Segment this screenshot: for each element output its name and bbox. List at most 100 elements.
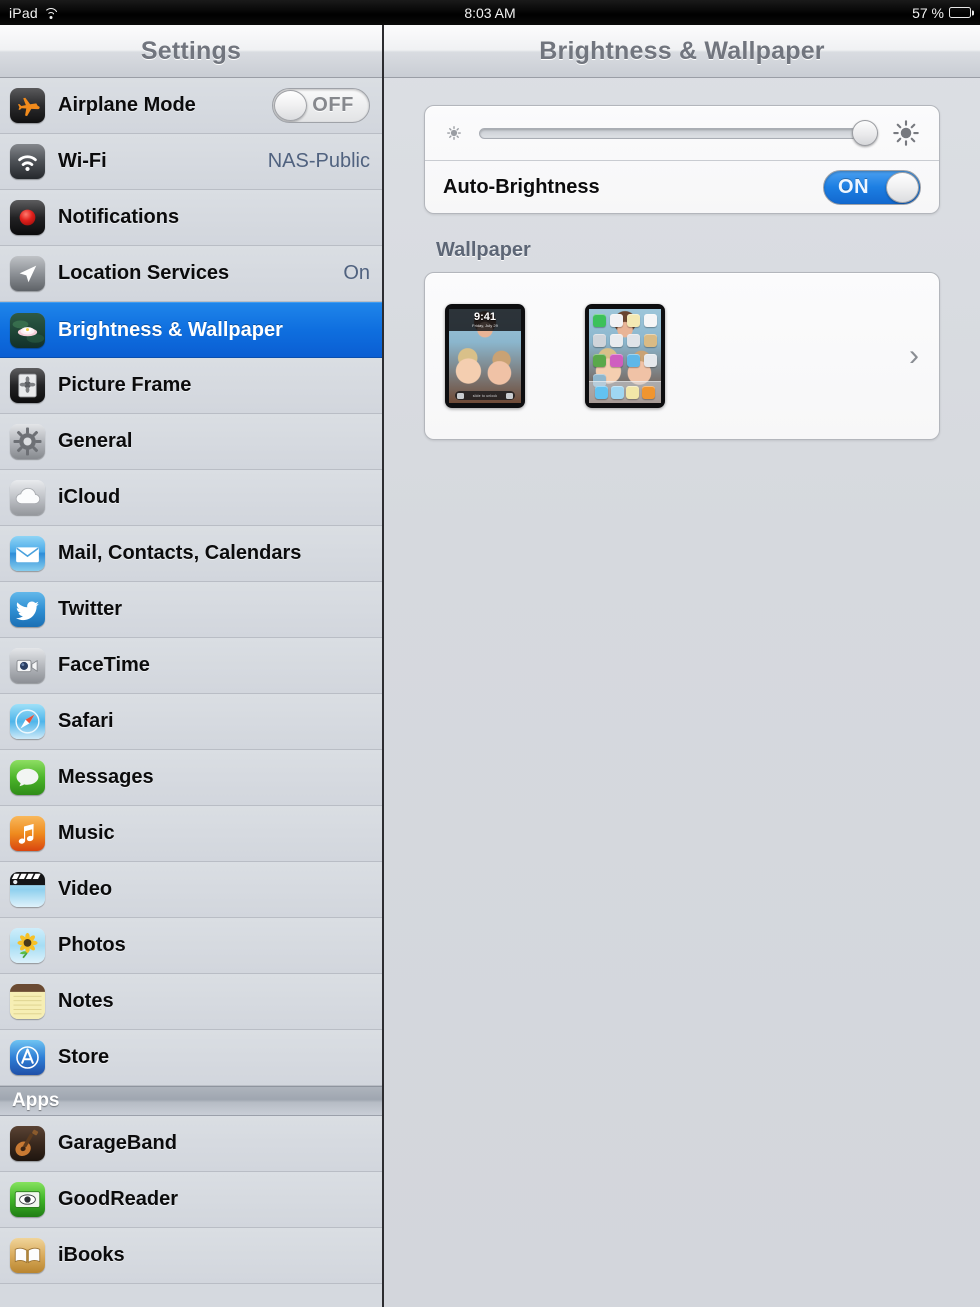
detail-pane: Brightness & Wallpaper Auto-Brightness O… bbox=[384, 25, 980, 1307]
safari-compass-icon bbox=[10, 704, 45, 739]
home-screen-thumbnail[interactable] bbox=[585, 304, 665, 408]
home-screen-preview bbox=[589, 309, 661, 403]
app-store-icon bbox=[10, 1040, 45, 1075]
sidebar-item-label: Notifications bbox=[58, 206, 180, 228]
wallpaper-preview-row[interactable]: 9:41 Friday, July 29 slide to unlock › bbox=[424, 272, 940, 440]
sidebar-item-wi-fi[interactable]: Wi-Fi NAS-Public bbox=[0, 134, 382, 190]
sidebar-item-notes[interactable]: Notes bbox=[0, 974, 382, 1030]
wifi-settings-icon bbox=[10, 144, 45, 179]
status-bar-clock: 8:03 AM bbox=[464, 4, 516, 21]
status-bar-right: 57 % bbox=[912, 5, 971, 21]
sidebar-item-store[interactable]: Store bbox=[0, 1030, 382, 1086]
sidebar-item-label: Store bbox=[58, 1046, 110, 1068]
home-icon-reminders bbox=[644, 314, 657, 327]
sidebar-item-goodreader[interactable]: GoodReader bbox=[0, 1172, 382, 1228]
home-icon-calendar bbox=[644, 354, 657, 367]
sidebar-item-picture-frame[interactable]: Picture Frame bbox=[0, 358, 382, 414]
icloud-icon bbox=[10, 480, 45, 515]
status-bar-left: iPad bbox=[9, 5, 59, 21]
sidebar-item-label: GarageBand bbox=[58, 1132, 177, 1154]
sidebar-item-twitter[interactable]: Twitter bbox=[0, 582, 382, 638]
toggle-knob bbox=[886, 171, 919, 203]
sidebar-item-facetime[interactable]: FaceTime bbox=[0, 638, 382, 694]
location-services-icon bbox=[10, 256, 45, 291]
photos-sunflower-icon bbox=[10, 928, 45, 963]
auto-brightness-toggle[interactable]: ON bbox=[823, 169, 921, 205]
settings-sidebar: Settings Airplane Mode OFF Wi-Fi NAS-Public… bbox=[0, 25, 384, 1307]
sidebar-item-label: iCloud bbox=[58, 486, 121, 508]
sidebar-item-label: FaceTime bbox=[58, 654, 150, 676]
wallpaper-section-title: Wallpaper bbox=[436, 239, 531, 261]
sidebar-item-ibooks[interactable]: iBooks bbox=[0, 1228, 382, 1284]
detail-navbar: Brightness & Wallpaper bbox=[384, 25, 980, 78]
sidebar-item-notifications[interactable]: Notifications bbox=[0, 190, 382, 246]
home-icon-newsstand bbox=[610, 334, 623, 347]
ibooks-book-icon bbox=[10, 1238, 45, 1273]
home-icon-facetime bbox=[627, 354, 640, 367]
ipad-settings-screen: iPad 8:03 AM 57 % Settings Airplane Mode… bbox=[0, 0, 980, 1307]
sidebar-item-icloud[interactable]: iCloud bbox=[0, 470, 382, 526]
sidebar-item-label: Video bbox=[58, 878, 113, 900]
video-clapper-icon bbox=[10, 872, 45, 907]
split-view: Settings Airplane Mode OFF Wi-Fi NAS-Public… bbox=[0, 25, 980, 1307]
dock-icon-music bbox=[641, 386, 655, 399]
slide-to-unlock-label: slide to unlock bbox=[472, 393, 498, 398]
slide-to-unlock-bar: slide to unlock bbox=[455, 391, 515, 400]
goodreader-eye-icon bbox=[10, 1182, 45, 1217]
camera-grabber-icon bbox=[457, 392, 464, 399]
settings-list[interactable]: Airplane Mode OFF Wi-Fi NAS-Public Notificat… bbox=[0, 78, 382, 1307]
sidebar-item-label: Notes bbox=[58, 990, 114, 1012]
airplane-mode-toggle[interactable]: OFF bbox=[272, 88, 370, 123]
sidebar-item-label: Safari bbox=[58, 710, 114, 732]
music-note-icon bbox=[10, 816, 45, 851]
home-icon-settings bbox=[593, 334, 606, 347]
brightness-slider-knob[interactable] bbox=[852, 120, 879, 146]
auto-brightness-toggle-label: ON bbox=[838, 175, 870, 198]
status-bar: iPad 8:03 AM 57 % bbox=[0, 0, 980, 25]
sidebar-title: Settings bbox=[140, 36, 242, 65]
dock-icon-safari bbox=[595, 386, 609, 399]
sidebar-item-label: Airplane Mode bbox=[58, 94, 196, 116]
sidebar-item-value: On bbox=[343, 262, 370, 284]
sun-low-icon bbox=[443, 122, 465, 144]
brightness-card: Auto-Brightness ON bbox=[424, 105, 940, 214]
toggle-knob bbox=[274, 90, 307, 121]
sidebar-item-music[interactable]: Music bbox=[0, 806, 382, 862]
sidebar-item-airplane-mode[interactable]: Airplane Mode OFF bbox=[0, 78, 382, 134]
lock-screen-time: 9:41 bbox=[473, 310, 497, 323]
lock-screen-thumbnail[interactable]: 9:41 Friday, July 29 slide to unlock bbox=[445, 304, 525, 408]
home-icon-videos bbox=[627, 334, 640, 347]
sidebar-item-safari[interactable]: Safari bbox=[0, 694, 382, 750]
sidebar-item-label: Photos bbox=[58, 934, 126, 956]
sidebar-item-mail-contacts-calendars[interactable]: Mail, Contacts, Calendars bbox=[0, 526, 382, 582]
sidebar-item-value: NAS-Public bbox=[267, 150, 370, 172]
sidebar-item-label: iBooks bbox=[58, 1244, 125, 1266]
sidebar-item-video[interactable]: Video bbox=[0, 862, 382, 918]
sidebar-item-garageband[interactable]: GarageBand bbox=[0, 1116, 382, 1172]
home-screen-dock bbox=[589, 381, 661, 403]
general-gear-icon bbox=[10, 424, 45, 459]
sidebar-item-photos[interactable]: Photos bbox=[0, 918, 382, 974]
sidebar-item-label: Twitter bbox=[58, 598, 123, 620]
detail-body: Auto-Brightness ON Wallpaper 9:41 Friday… bbox=[384, 78, 980, 440]
garageband-guitar-icon bbox=[10, 1126, 45, 1161]
sidebar-group-header: Apps bbox=[0, 1086, 382, 1116]
sidebar-item-messages[interactable]: Messages bbox=[0, 750, 382, 806]
sidebar-item-general[interactable]: General bbox=[0, 414, 382, 470]
picture-frame-icon bbox=[10, 368, 45, 403]
lock-screen-status: 9:41 Friday, July 29 bbox=[449, 309, 521, 331]
sidebar-item-label: Mail, Contacts, Calendars bbox=[58, 542, 302, 564]
messages-bubble-icon bbox=[10, 760, 45, 795]
brightness-wallpaper-icon bbox=[10, 312, 45, 348]
sidebar-item-brightness-wallpaper[interactable]: Brightness & Wallpaper bbox=[0, 302, 382, 358]
brightness-slider[interactable] bbox=[479, 120, 879, 146]
sun-high-icon bbox=[891, 118, 921, 148]
chevron-right-icon[interactable]: › bbox=[909, 341, 919, 371]
sidebar-item-location-services[interactable]: Location Services On bbox=[0, 246, 382, 302]
device-name: iPad bbox=[9, 4, 38, 21]
auto-brightness-label: Auto-Brightness bbox=[443, 175, 600, 198]
auto-brightness-row[interactable]: Auto-Brightness ON bbox=[425, 160, 939, 213]
home-icon-safari bbox=[610, 314, 623, 327]
home-icon-goodreader bbox=[593, 354, 606, 367]
page-title: Brightness & Wallpaper bbox=[539, 36, 825, 65]
